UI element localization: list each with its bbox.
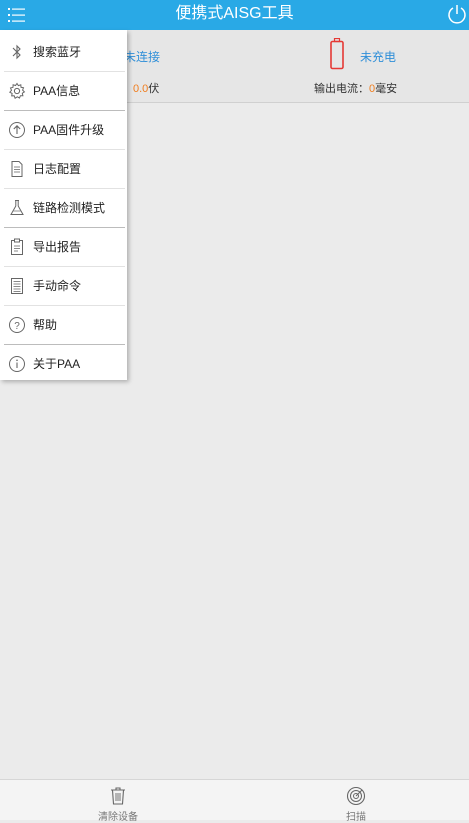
menu-item-label: 搜索蓝牙 (33, 45, 82, 59)
battery-icon (330, 38, 344, 70)
clipboard-icon (11, 238, 23, 255)
help-icon: ? (9, 317, 25, 333)
bluetooth-icon (12, 44, 21, 60)
menu-item-label: 导出报告 (33, 240, 82, 254)
voltage-readout: 0.0伏 (133, 80, 159, 96)
menu-item-label: 帮助 (33, 318, 58, 332)
page-title: 便携式AISG工具 (175, 5, 294, 22)
menu-item-label: 手动命令 (33, 279, 82, 293)
voltage-unit: 伏 (148, 83, 160, 95)
menu-item-label: 链路检测模式 (33, 201, 106, 215)
log-file-icon (11, 161, 23, 177)
trash-icon (111, 787, 125, 805)
bottom-bar: 清除设备 扫描 (0, 779, 469, 823)
connection-status[interactable]: 未连接 (124, 48, 160, 65)
menu-item-paa-info[interactable]: PAA信息 (0, 72, 127, 110)
title-bar: 便携式AISG工具 (0, 0, 469, 30)
voltage-value: 0.0 (133, 83, 149, 95)
scan-label: 扫描 (346, 812, 366, 823)
radar-icon (346, 786, 366, 806)
menu-item-link-detection[interactable]: 链路检测模式 (0, 189, 127, 227)
scan-button[interactable]: 扫描 (326, 780, 386, 823)
svg-text:?: ? (14, 321, 20, 332)
menu-item-help[interactable]: ? 帮助 (0, 306, 127, 344)
info-icon (9, 356, 25, 372)
current-label: 输出电流： (314, 83, 369, 95)
current-unit: 毫安 (375, 83, 398, 95)
menu-item-label: PAA信息 (33, 84, 81, 98)
power-icon[interactable] (446, 3, 468, 25)
menu-item-search-bluetooth[interactable]: 搜索蓝牙 (0, 33, 127, 71)
list-icon (11, 278, 23, 294)
menu-item-label: 日志配置 (33, 162, 82, 176)
menu-item-label: 关于PAA (33, 357, 81, 371)
menu-item-firmware-upgrade[interactable]: PAA固件升级 (0, 111, 127, 149)
menu-item-log-config[interactable]: 日志配置 (0, 150, 127, 188)
current-readout: 输出电流：0毫安 (314, 80, 397, 96)
clear-devices-label: 清除设备 (98, 812, 138, 823)
flask-icon (10, 200, 24, 215)
menu-item-label: PAA固件升级 (33, 123, 105, 137)
charge-status: 未充电 (360, 50, 397, 64)
upload-circle-icon (9, 122, 25, 138)
gear-icon (8, 82, 26, 99)
clear-devices-button[interactable]: 清除设备 (88, 780, 148, 823)
navigation-drawer: 搜索蓝牙 PAA信息 PAA固件升级 日志配置 链路检测模式 导出报告 手动命令… (0, 30, 127, 380)
menu-item-manual-command[interactable]: 手动命令 (0, 267, 127, 305)
menu-item-about[interactable]: 关于PAA (0, 345, 127, 383)
menu-item-export-report[interactable]: 导出报告 (0, 228, 127, 266)
